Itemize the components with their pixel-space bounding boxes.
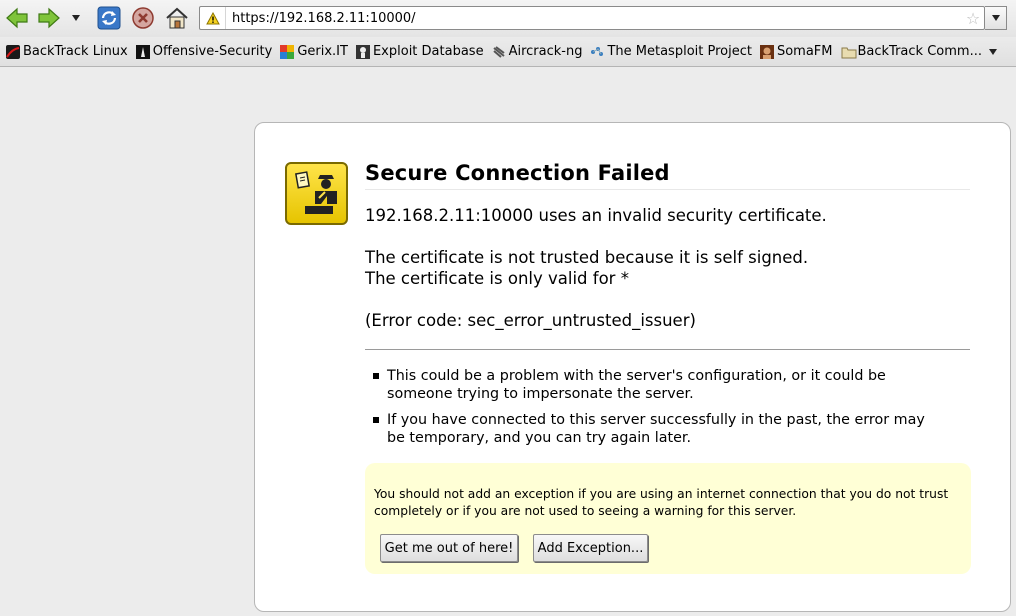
stop-button[interactable] [130, 5, 156, 31]
bookmark-label: Gerix.IT [297, 44, 348, 59]
history-dropdown-button[interactable] [66, 5, 86, 31]
bookmark-gerix-it[interactable]: Gerix.IT [278, 41, 352, 63]
security-warning-icon[interactable] [200, 7, 226, 29]
gerix-icon [280, 44, 295, 59]
forward-arrow-icon [38, 7, 60, 29]
back-button[interactable] [4, 5, 30, 31]
bookmark-offensive-security[interactable]: Offensive-Security [134, 41, 277, 63]
list-item: If you have connected to this server suc… [373, 411, 933, 447]
back-arrow-icon [6, 7, 28, 29]
exploitdb-icon [355, 44, 370, 59]
error-code: (Error code: sec_error_untrusted_issuer) [365, 311, 696, 330]
chevron-down-icon [991, 15, 1000, 21]
list-item: This could be a problem with the server'… [373, 367, 933, 403]
error-suggestions-list: This could be a problem with the server'… [373, 367, 933, 455]
divider [365, 349, 970, 350]
home-icon [166, 7, 188, 29]
bookmark-label: BackTrack Comm... [857, 44, 982, 59]
offsec-icon [135, 44, 150, 59]
somafm-icon [759, 44, 774, 59]
aircrack-icon [492, 45, 506, 59]
error-detail-valid-for: The certificate is only valid for * [365, 269, 629, 288]
bookmark-somafm[interactable]: SomaFM [758, 41, 837, 63]
bookmark-backtrack-linux[interactable]: BackTrack Linux [4, 41, 132, 63]
metasploit-icon [590, 45, 604, 59]
bookmark-aircrack-ng[interactable]: Aircrack-ng [490, 41, 587, 63]
bookmark-label: Exploit Database [372, 44, 484, 59]
reload-button[interactable] [96, 5, 122, 31]
bookmark-label: Aircrack-ng [508, 44, 583, 59]
bookmark-label: BackTrack Linux [23, 44, 128, 59]
bookmark-label: Offensive-Security [152, 44, 273, 59]
error-page-container: Secure Connection Failed 192.168.2.11:10… [254, 122, 1011, 612]
bookmark-star-icon[interactable]: ☆ [962, 7, 984, 29]
stop-icon [132, 7, 154, 29]
exception-warning-box: You should not add an exception if you a… [365, 463, 971, 574]
exception-warning-text: You should not add an exception if you a… [374, 487, 949, 518]
error-title: Secure Connection Failed [365, 161, 970, 190]
backtrack-icon [6, 44, 20, 59]
bookmarks-toolbar: BackTrack Linux Offensive-Security Gerix… [0, 37, 1016, 67]
folder-icon [841, 45, 856, 59]
navigation-toolbar: https://192.168.2.11:10000/ ☆ [0, 0, 1016, 37]
address-bar[interactable]: https://192.168.2.11:10000/ ☆ [199, 6, 985, 30]
error-summary: 192.168.2.11:10000 uses an invalid secur… [365, 206, 827, 225]
certificate-officer-icon [285, 162, 348, 225]
bookmark-exploit-database[interactable]: Exploit Database [354, 41, 488, 63]
bookmark-folder-backtrack-community[interactable]: BackTrack Comm... [839, 41, 1002, 63]
reload-icon [97, 6, 121, 30]
home-button[interactable] [164, 5, 190, 31]
get-me-out-button[interactable]: Get me out of here! [380, 534, 518, 562]
bookmark-label: The Metasploit Project [607, 44, 752, 59]
chevron-down-icon [988, 48, 997, 55]
bookmark-label: SomaFM [776, 44, 833, 59]
chevron-down-icon [72, 15, 80, 21]
url-history-dropdown[interactable] [985, 6, 1007, 30]
url-text[interactable]: https://192.168.2.11:10000/ [226, 11, 962, 26]
forward-button[interactable] [36, 5, 62, 31]
add-exception-button[interactable]: Add Exception... [533, 534, 648, 562]
error-detail-self-signed: The certificate is not trusted because i… [365, 248, 809, 267]
bookmark-metasploit[interactable]: The Metasploit Project [588, 41, 756, 63]
